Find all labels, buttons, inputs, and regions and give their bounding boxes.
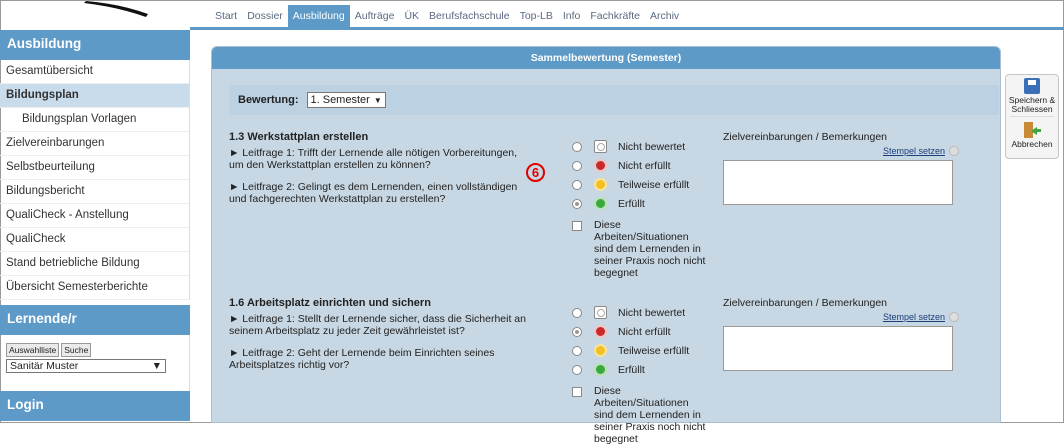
save-close-button[interactable]: Speichern & Schliessen bbox=[1006, 75, 1058, 114]
cancel-button[interactable]: Abbrechen bbox=[1006, 117, 1058, 149]
top-navigation: Start Dossier Ausbildung Aufträge ÜK Ber… bbox=[210, 5, 684, 27]
option-label: Nicht erfüllt bbox=[618, 159, 671, 172]
sidebar-item-zielvereinbarungen[interactable]: Zielvereinbarungen bbox=[0, 132, 189, 156]
leitfrage-2: ► Leitfrage 2: Geht der Lernende beim Ei… bbox=[229, 347, 495, 371]
auswahlliste-button[interactable]: Auswahlliste bbox=[6, 343, 60, 357]
bewertung-select[interactable]: 1. Semester ▼ bbox=[306, 92, 386, 108]
floppy-disk-icon bbox=[1024, 78, 1040, 94]
logo-swoosh bbox=[84, 1, 148, 17]
stamp-icon[interactable] bbox=[949, 146, 959, 156]
lernende-dropdown[interactable]: Sanitär Muster ▼ bbox=[6, 359, 166, 373]
not-rated-icon bbox=[594, 306, 607, 319]
chevron-down-icon: ▼ bbox=[373, 95, 382, 105]
yellow-partial-icon bbox=[594, 178, 607, 191]
not-encountered-row: Diese Arbeiten/Situationen sind dem Lern… bbox=[572, 219, 772, 279]
bewertung-select-value: 1. Semester bbox=[310, 94, 370, 106]
lernende-dropdown-value: Sanitär Muster bbox=[10, 360, 79, 372]
radio-teilweise-erfuellt[interactable] bbox=[572, 345, 582, 356]
sidebar-item-selbstbeurteilung[interactable]: Selbstbeurteilung bbox=[0, 156, 189, 180]
red-x-icon bbox=[594, 325, 607, 338]
top-accent-line bbox=[190, 27, 1064, 30]
zielvereinbarungen-label: Zielvereinbarungen / Bemerkungen bbox=[723, 297, 888, 309]
radio-nicht-bewertet[interactable] bbox=[572, 307, 582, 318]
stempel-row: Stempel setzen bbox=[723, 146, 959, 156]
tab-fachkraefte[interactable]: Fachkräfte bbox=[585, 5, 645, 27]
sidebar-heading-lernende: Lernende/r bbox=[0, 305, 190, 335]
radio-nicht-bewertet[interactable] bbox=[572, 141, 582, 152]
tab-top-lb[interactable]: Top-LB bbox=[515, 5, 558, 27]
tab-berufsfachschule[interactable]: Berufsfachschule bbox=[424, 5, 515, 27]
criterion-section: 1.3 Werkstattplan erstellen ► Leitfrage … bbox=[229, 131, 999, 279]
criterion-section: 1.6 Arbeitsplatz einrichten und sichern … bbox=[229, 297, 999, 445]
sidebar-item-bildungsplan[interactable]: Bildungsplan bbox=[0, 84, 189, 108]
bewertung-label: Bewertung: bbox=[238, 94, 299, 106]
sidebar-heading-login: Login bbox=[0, 391, 190, 421]
remarks-textarea[interactable] bbox=[723, 160, 953, 205]
step-marker: 6 bbox=[526, 163, 545, 182]
option-label: Nicht bewertet bbox=[618, 140, 686, 153]
stempel-setzen-link[interactable]: Stempel setzen bbox=[883, 146, 945, 156]
option-label: Erfüllt bbox=[618, 197, 645, 210]
not-encountered-checkbox[interactable] bbox=[572, 387, 582, 397]
remarks-textarea[interactable] bbox=[723, 326, 953, 371]
not-encountered-label: Diese Arbeiten/Situationen sind dem Lern… bbox=[594, 219, 706, 279]
sidebar: Ausbildung Gesamtübersicht Bildungsplan … bbox=[0, 30, 190, 423]
radio-nicht-erfuellt[interactable] bbox=[572, 160, 582, 171]
sidebar-item-gesamtuebersicht[interactable]: Gesamtübersicht bbox=[0, 60, 189, 84]
yellow-partial-icon bbox=[594, 344, 607, 357]
not-encountered-checkbox[interactable] bbox=[572, 221, 582, 231]
sidebar-item-uebersicht-semesterberichte[interactable]: Übersicht Semesterberichte bbox=[0, 276, 189, 300]
remarks-column: Zielvereinbarungen / Bemerkungen Stempel… bbox=[723, 131, 963, 205]
stamp-icon[interactable] bbox=[949, 312, 959, 322]
sidebar-heading-ausbildung: Ausbildung bbox=[0, 30, 190, 60]
radio-teilweise-erfuellt[interactable] bbox=[572, 179, 582, 190]
tab-archiv[interactable]: Archiv bbox=[645, 5, 684, 27]
option-label: Erfüllt bbox=[618, 363, 645, 376]
exit-door-icon bbox=[1024, 122, 1041, 138]
remarks-column: Zielvereinbarungen / Bemerkungen Stempel… bbox=[723, 297, 963, 371]
tab-start[interactable]: Start bbox=[210, 5, 242, 27]
tab-dossier[interactable]: Dossier bbox=[242, 5, 288, 27]
not-encountered-row: Diese Arbeiten/Situationen sind dem Lern… bbox=[572, 385, 772, 445]
sidebar-item-bildungsbericht[interactable]: Bildungsbericht bbox=[0, 180, 189, 204]
tab-uek[interactable]: ÜK bbox=[399, 5, 424, 27]
cancel-label: Abbrechen bbox=[1011, 139, 1053, 149]
sammelbewertung-panel: Sammelbewertung (Semester) Bewertung: 1.… bbox=[211, 46, 1001, 445]
green-check-icon bbox=[594, 197, 607, 210]
stempel-row: Stempel setzen bbox=[723, 312, 959, 322]
save-close-label: Speichern & Schliessen bbox=[1008, 95, 1056, 114]
chevron-down-icon: ▼ bbox=[151, 360, 162, 372]
not-rated-icon bbox=[594, 140, 607, 153]
stempel-setzen-link[interactable]: Stempel setzen bbox=[883, 312, 945, 322]
tab-auftraege[interactable]: Aufträge bbox=[350, 5, 400, 27]
option-label: Teilweise erfüllt bbox=[618, 344, 690, 357]
sidebar-item-bildungsplan-vorlagen[interactable]: Bildungsplan Vorlagen bbox=[0, 108, 189, 132]
radio-nicht-erfuellt[interactable] bbox=[572, 326, 582, 337]
radio-erfuellt[interactable] bbox=[572, 198, 582, 209]
tab-info[interactable]: Info bbox=[558, 5, 586, 27]
zielvereinbarungen-label: Zielvereinbarungen / Bemerkungen bbox=[723, 131, 888, 143]
tab-ausbildung[interactable]: Ausbildung bbox=[287, 5, 350, 27]
sidebar-item-stand-betriebliche-bildung[interactable]: Stand betriebliche Bildung bbox=[0, 252, 189, 276]
leitfrage-2: ► Leitfrage 2: Gelingt es dem Lernenden,… bbox=[229, 181, 518, 205]
radio-erfuellt[interactable] bbox=[572, 364, 582, 375]
suche-button[interactable]: Suche bbox=[61, 343, 92, 357]
red-x-icon bbox=[594, 159, 607, 172]
sidebar-menu: Gesamtübersicht Bildungsplan Bildungspla… bbox=[0, 60, 190, 300]
lernende-selector: Auswahlliste Suche Sanitär Muster ▼ bbox=[0, 335, 190, 391]
leitfrage-1: ► Leitfrage 1: Stellt der Lernende siche… bbox=[229, 313, 526, 337]
action-toolbar: Speichern & Schliessen Abbrechen bbox=[1005, 74, 1059, 159]
sidebar-item-qualicheck-anstellung[interactable]: QualiCheck - Anstellung bbox=[0, 204, 189, 228]
option-label: Nicht erfüllt bbox=[618, 325, 671, 338]
option-label: Teilweise erfüllt bbox=[618, 178, 690, 191]
leitfrage-1: ► Leitfrage 1: Trifft der Lernende alle … bbox=[229, 147, 518, 171]
not-encountered-label: Diese Arbeiten/Situationen sind dem Lern… bbox=[594, 385, 706, 445]
bewertung-row: Bewertung: 1. Semester ▼ bbox=[229, 85, 999, 115]
sidebar-item-qualicheck[interactable]: QualiCheck bbox=[0, 228, 189, 252]
panel-title: Sammelbewertung (Semester) bbox=[212, 47, 1000, 69]
option-label: Nicht bewertet bbox=[618, 306, 686, 319]
green-check-icon bbox=[594, 363, 607, 376]
